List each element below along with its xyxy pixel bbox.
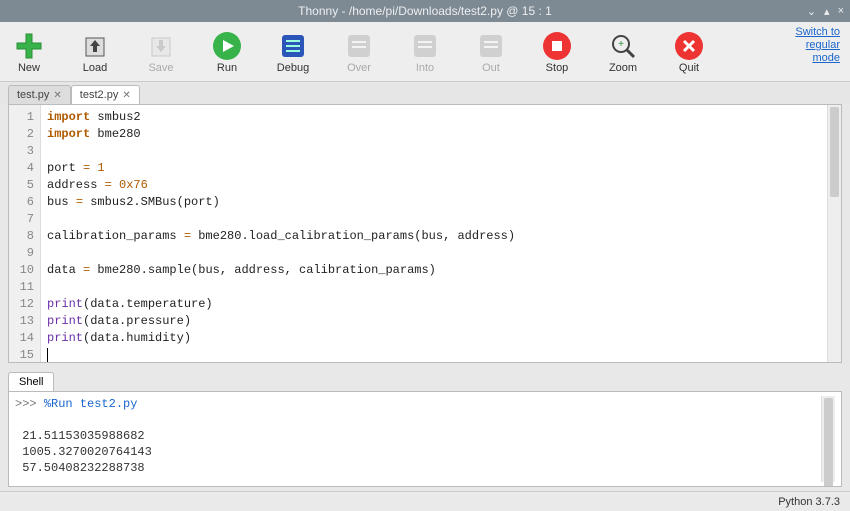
switch-mode-link-l2: regular: [806, 39, 840, 51]
switch-mode-link-l3: mode: [812, 52, 840, 64]
code-area[interactable]: import smbus2 import bme280 port = 1 add…: [41, 105, 827, 362]
over-label: Over: [347, 62, 371, 74]
window-title: Thonny - /home/pi/Downloads/test2.py @ 1…: [0, 4, 850, 18]
tab-label: test2.py: [80, 89, 119, 101]
save-label: Save: [148, 62, 173, 74]
save-button: Save: [142, 30, 180, 74]
plus-icon: [13, 30, 45, 62]
window-controls: ⌄ ▴ ×: [807, 5, 844, 18]
quit-button[interactable]: Quit: [670, 30, 708, 74]
line-gutter: 1 2 3 4 5 6 7 8 9 10 11 12 13 14 15: [9, 105, 41, 362]
new-button[interactable]: New: [10, 30, 48, 74]
shell-scrollbar[interactable]: [821, 396, 835, 482]
close-tab-icon[interactable]: ✕: [53, 90, 61, 101]
debug-label: Debug: [277, 62, 309, 74]
step-into-icon: [409, 30, 441, 62]
debug-icon: [277, 30, 309, 62]
statusbar: Python 3.7.3: [0, 491, 850, 511]
minimize-button[interactable]: ⌄: [807, 5, 816, 18]
close-tab-icon[interactable]: ✕: [122, 90, 130, 101]
titlebar: Thonny - /home/pi/Downloads/test2.py @ 1…: [0, 0, 850, 22]
over-button: Over: [340, 30, 378, 74]
shell-output: >>> %Run test2.py 21.51153035988682 1005…: [15, 396, 821, 482]
run-button[interactable]: Run: [208, 30, 246, 74]
tab-test-py[interactable]: test.py ✕: [8, 85, 71, 104]
debug-button[interactable]: Debug: [274, 30, 312, 74]
play-icon: [211, 30, 243, 62]
editor-scrollbar[interactable]: [827, 105, 841, 362]
new-label: New: [18, 62, 40, 74]
editor[interactable]: 1 2 3 4 5 6 7 8 9 10 11 12 13 14 15 impo…: [8, 104, 842, 363]
switch-mode-link-l1: Switch to: [795, 26, 840, 38]
stop-button[interactable]: Stop: [538, 30, 576, 74]
load-button[interactable]: Load: [76, 30, 114, 74]
zoom-label: Zoom: [609, 62, 637, 74]
tab-shell[interactable]: Shell: [8, 372, 54, 391]
save-icon: [145, 30, 177, 62]
close-icon: [673, 30, 705, 62]
stop-icon: [541, 30, 573, 62]
python-version: Python 3.7.3: [778, 496, 840, 508]
shell-tabs: Shell: [0, 369, 850, 391]
toolbar: New Load Save Run Debug Over Int: [0, 22, 850, 82]
step-over-icon: [343, 30, 375, 62]
tab-label: test.py: [17, 89, 49, 101]
maximize-button[interactable]: ▴: [824, 5, 830, 18]
stop-label: Stop: [546, 62, 569, 74]
editor-tabs: test.py ✕ test2.py ✕: [0, 82, 850, 104]
load-icon: [79, 30, 111, 62]
switch-mode-link[interactable]: Switch to regular mode: [795, 26, 840, 66]
close-window-button[interactable]: ×: [838, 5, 844, 18]
quit-label: Quit: [679, 62, 699, 74]
tab-test2-py[interactable]: test2.py ✕: [71, 85, 140, 104]
into-label: Into: [416, 62, 434, 74]
svg-text:+: +: [618, 39, 624, 50]
load-label: Load: [83, 62, 107, 74]
zoom-icon: +: [607, 30, 639, 62]
zoom-button[interactable]: + Zoom: [604, 30, 642, 74]
run-label: Run: [217, 62, 237, 74]
out-button: Out: [472, 30, 510, 74]
shell-tab-label: Shell: [19, 376, 43, 388]
shell-panel[interactable]: >>> %Run test2.py 21.51153035988682 1005…: [8, 391, 842, 487]
step-out-icon: [475, 30, 507, 62]
into-button: Into: [406, 30, 444, 74]
out-label: Out: [482, 62, 500, 74]
